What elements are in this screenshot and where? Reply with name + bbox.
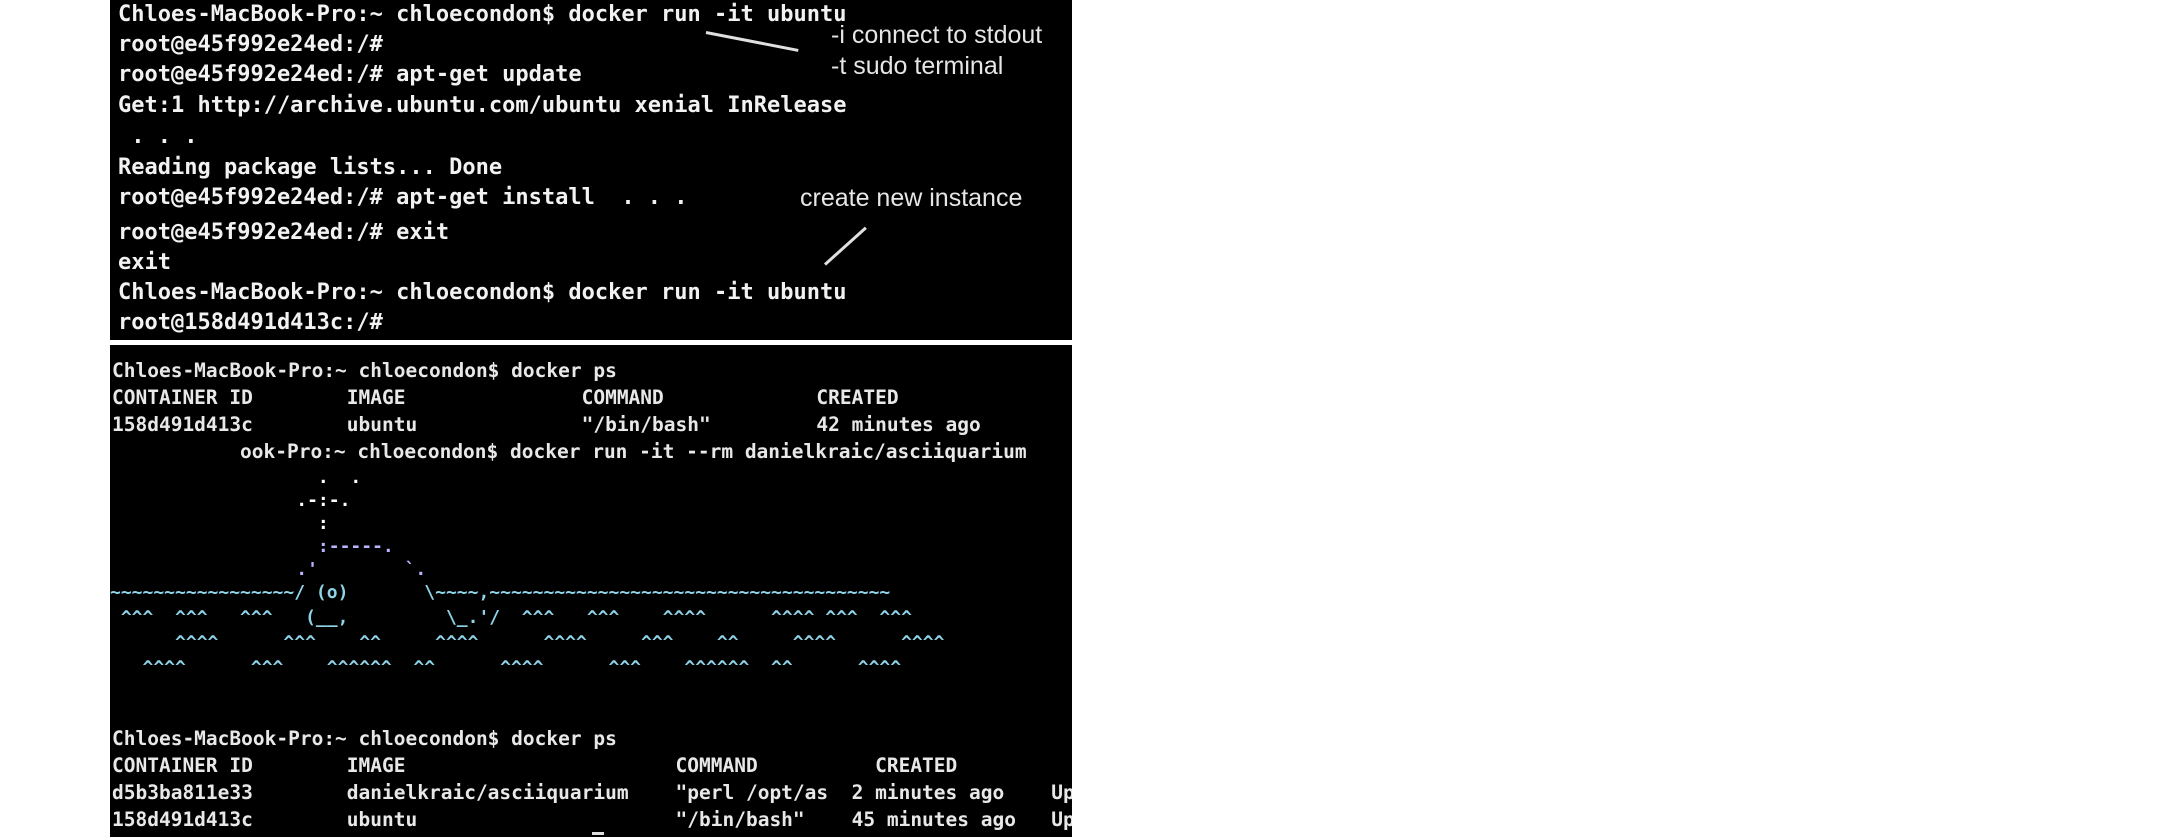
- annotation-arrow-line: [705, 31, 799, 52]
- terminal-line: Chloes-MacBook-Pro:~ chloecondon$ docker…: [112, 727, 617, 750]
- terminal-line: Get:1 http://archive.ubuntu.com/ubuntu x…: [118, 93, 847, 118]
- annotation-new-instance: create new instance: [800, 184, 1023, 212]
- ocean-waves: ^^^^ ^^^ ^^^^^^ ^^ ^^^^ ^^^ ^^^^^^ ^^ ^^…: [110, 657, 902, 678]
- annotation-flag-i: -i connect to stdout: [831, 21, 1043, 49]
- annotation-arrow-line: [823, 226, 867, 266]
- terminal-line: root@e45f992e24ed:/# exit: [118, 220, 450, 245]
- whale-body: .' `.: [112, 559, 427, 580]
- whale-spout: :: [112, 513, 329, 534]
- ps-table-header: CONTAINER ID IMAGE COMMAND CREATED: [112, 386, 899, 409]
- terminal-line: root@158d491d413c:/#: [118, 310, 383, 335]
- whale-body: :-----.: [112, 536, 394, 557]
- terminal-line: root@e45f992e24ed:/# apt-get install . .…: [118, 185, 688, 210]
- terminal-line: root@e45f992e24ed:/#: [118, 32, 383, 57]
- terminal-line: exit: [118, 250, 171, 275]
- terminal-bottom[interactable]: Chloes-MacBook-Pro:~ chloecondon$ docker…: [110, 345, 1072, 837]
- terminal-line: Reading package lists... Done: [118, 155, 503, 180]
- ps-table-header: CONTAINER ID IMAGE COMMAND CREATED STATU: [112, 754, 1072, 777]
- ocean-waves: ^^^ ^^^ ^^^ (__, \_.'/ ^^^ ^^^ ^^^^ ^^^^…: [110, 607, 912, 628]
- ps-table-row: 158d491d413c ubuntu "/bin/bash" 42 minut…: [112, 413, 981, 436]
- terminal-line: Chloes-MacBook-Pro:~ chloecondon$ docker…: [118, 2, 847, 27]
- terminal-line: Chloes-MacBook-Pro:~ chloecondon$ docker…: [118, 280, 847, 305]
- ps-table-row: 158d491d413c ubuntu "/bin/bash" 45 minut…: [112, 808, 1072, 831]
- terminal-line: ook-Pro:~ chloecondon$ docker run -it --…: [240, 440, 1027, 463]
- ps-table-row: d5b3ba811e33 danielkraic/asciiquarium "p…: [112, 781, 1072, 804]
- ocean-waves: ^^^^ ^^^ ^^ ^^^^ ^^^^ ^^^ ^^ ^^^^ ^^^^: [110, 632, 945, 653]
- screenshot-canvas: Chloes-MacBook-Pro:~ chloecondon$ docker…: [0, 0, 2160, 837]
- terminal-line: Chloes-MacBook-Pro:~ chloecondon$ docker…: [112, 359, 617, 382]
- terminal-line: root@e45f992e24ed:/# apt-get update: [118, 62, 582, 87]
- terminal-cursor: [592, 832, 604, 835]
- terminal-top[interactable]: Chloes-MacBook-Pro:~ chloecondon$ docker…: [110, 0, 1072, 340]
- terminal-line: . . .: [118, 124, 198, 149]
- annotation-flag-t: -t sudo terminal: [831, 52, 1004, 80]
- whale-spout: .-:-.: [112, 490, 351, 511]
- ocean-surface: ~~~~~~~~~~~~~~~~~/ (o) \~~~~,~~~~~~~~~~~…: [110, 582, 891, 603]
- whale-spout: . .: [112, 467, 362, 488]
